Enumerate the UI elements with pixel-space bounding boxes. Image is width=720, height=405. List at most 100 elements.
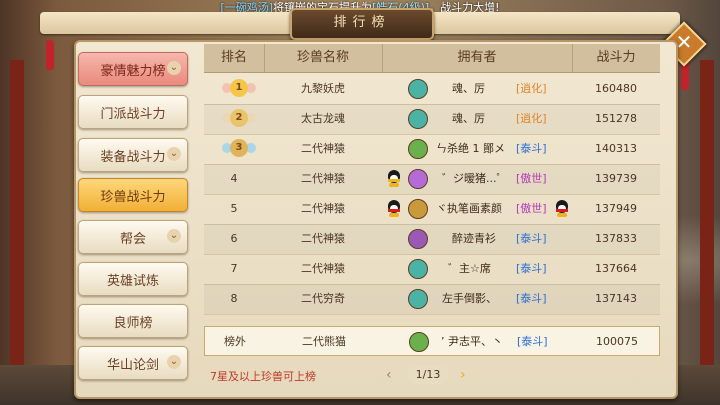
sidebar-item-label: 英雄试炼: [106, 273, 159, 289]
sidebar-item-guild[interactable]: 帮会 ⌄: [78, 220, 188, 254]
table-row[interactable]: 5 二代神猿 ヾ执笔画素颜 [傲世] 137949: [204, 194, 660, 225]
sidebar-item-label: 珍兽战斗力: [100, 189, 166, 205]
table-row[interactable]: 4 二代神猿 ゛ジ暧猪...゜ [傲世] 139739: [204, 164, 660, 195]
beast-name: 二代神猿: [301, 202, 345, 215]
header-owner: 拥有者: [382, 44, 573, 72]
rank-number: 榜外: [224, 335, 246, 348]
sidebar-item-huashan[interactable]: 华山论剑 ⌄: [78, 346, 188, 380]
owner-faction: [泰斗]: [516, 142, 547, 155]
rank-number: 5: [230, 202, 238, 215]
sidebar-item-mentor[interactable]: 良师榜: [78, 304, 188, 338]
power-value: 137949: [595, 202, 637, 215]
owner-faction: [泰斗]: [516, 292, 547, 305]
beast-avatar-icon[interactable]: [409, 332, 429, 352]
pagination: ‹ 1/13 ›: [386, 366, 476, 384]
sidebar-item-beast-power[interactable]: 珍兽战斗力: [78, 178, 188, 212]
chevron-down-icon[interactable]: ⌄: [167, 229, 181, 243]
header-rank: 排名: [204, 44, 265, 72]
table-row[interactable]: 7 二代神猿 ゛主☆席 [泰斗] 137664: [204, 254, 660, 285]
beast-avatar-icon[interactable]: [408, 169, 428, 189]
owner-faction: [泰斗]: [516, 232, 547, 245]
beast-avatar-icon[interactable]: [408, 139, 428, 159]
sidebar-item-charm[interactable]: 豪情魅力榜 ⌄: [78, 52, 188, 86]
owner-name[interactable]: ゛主☆席: [448, 254, 491, 284]
beast-name: 二代神猿: [301, 142, 345, 155]
chevron-down-icon[interactable]: ⌄: [167, 147, 181, 161]
sidebar-item-label: 豪情魅力榜: [100, 63, 166, 79]
owner-name[interactable]: 醉迹青衫: [452, 224, 496, 254]
owner-name[interactable]: ㄣ杀绝 1 鄮メ: [436, 134, 505, 164]
sidebar-item-hero-trial[interactable]: 英雄试炼: [78, 262, 188, 296]
beast-name: 二代穷奇: [301, 292, 345, 305]
beast-name: 九黎妖虎: [301, 82, 345, 95]
power-value: 139739: [595, 172, 637, 185]
owner-faction: [逍化]: [516, 112, 547, 125]
power-value: 137833: [595, 232, 637, 245]
beast-name: 二代神猿: [301, 232, 345, 245]
owner-faction: [泰斗]: [516, 262, 547, 275]
red-pillar-left: [10, 60, 24, 405]
owner-faction: [傲世]: [516, 172, 547, 185]
sidebar-item-label: 门派战斗力: [100, 106, 166, 122]
beast-avatar-icon[interactable]: [408, 109, 428, 129]
owner-faction: [逍化]: [516, 82, 547, 95]
header-beast: 珍兽名称: [264, 44, 383, 72]
beast-avatar-icon[interactable]: [408, 259, 428, 279]
power-value: 100075: [596, 335, 638, 348]
table-row[interactable]: 2 太古龙魂 魂、厉 [逍化] 151278: [204, 104, 660, 135]
chevron-down-icon[interactable]: ⌄: [167, 61, 181, 75]
qq-penguin-icon: [386, 170, 402, 187]
power-value: 137143: [595, 292, 637, 305]
left-tassel: [46, 40, 54, 70]
owner-name[interactable]: ゛ジ暧猪...゜: [442, 164, 508, 194]
power-value: 160480: [595, 82, 637, 95]
table-row[interactable]: 6 二代神猿 醉迹青衫 [泰斗] 137833: [204, 224, 660, 255]
power-value: 151278: [595, 112, 637, 125]
rank-number: 3: [230, 139, 248, 157]
table-row[interactable]: 3 二代神猿 ㄣ杀绝 1 鄮メ [泰斗] 140313: [204, 134, 660, 165]
beast-name: 二代神猿: [301, 172, 345, 185]
gold-medal-icon: 1: [222, 77, 256, 101]
rank-number: 8: [230, 292, 238, 305]
rank-number: 4: [230, 172, 238, 185]
page-indicator: 1/13: [408, 366, 448, 384]
power-value: 137664: [595, 262, 637, 275]
power-value: 140313: [595, 142, 637, 155]
rank-number: 7: [230, 262, 238, 275]
table-header: 排名 珍兽名称 拥有者 战斗力: [204, 44, 660, 73]
owner-faction: [泰斗]: [517, 335, 548, 348]
owner-name[interactable]: 左手倒影、: [442, 284, 497, 314]
sidebar-item-label: 华山论剑: [106, 357, 159, 373]
sidebar-item-equipment-power[interactable]: 装备战斗力 ⌄: [78, 138, 188, 172]
owner-name[interactable]: ʼ 尹志平、丶: [441, 327, 503, 357]
beast-avatar-icon[interactable]: [408, 289, 428, 309]
rank-number: 2: [230, 109, 248, 127]
table-row[interactable]: 1 九黎妖虎 魂、厉 [逍化] 160480: [204, 74, 660, 105]
owner-name[interactable]: 魂、厉: [452, 104, 485, 134]
page-title: 排行榜: [290, 8, 434, 40]
footer-note: 7星及以上珍兽可上榜: [210, 370, 316, 383]
qq-penguin-icon: [554, 200, 570, 217]
next-page-button[interactable]: ›: [460, 366, 474, 384]
silver-medal-icon: 2: [222, 107, 256, 131]
beast-avatar-icon[interactable]: [408, 79, 428, 99]
owner-faction: [傲世]: [516, 202, 547, 215]
beast-name: 太古龙魂: [301, 112, 345, 125]
sidebar-item-sect-power[interactable]: 门派战斗力: [78, 95, 188, 129]
chevron-down-icon[interactable]: ⌄: [167, 355, 181, 369]
bronze-medal-icon: 3: [222, 137, 256, 161]
owner-name[interactable]: ヾ执笔画素颜: [436, 194, 502, 224]
sidebar-item-label: 良师榜: [113, 315, 153, 331]
rank-number: 1: [230, 79, 248, 97]
my-rank-row[interactable]: 榜外 二代熊猫 ʼ 尹志平、丶 [泰斗] 100075: [204, 326, 660, 356]
beast-avatar-icon[interactable]: [408, 199, 428, 219]
owner-name[interactable]: 魂、厉: [452, 74, 485, 104]
red-pillar-right: [700, 60, 714, 405]
qq-penguin-icon: [386, 200, 402, 217]
beast-name: 二代神猿: [301, 262, 345, 275]
prev-page-button[interactable]: ‹: [386, 366, 400, 384]
table-row[interactable]: 8 二代穷奇 左手倒影、 [泰斗] 137143: [204, 284, 660, 315]
beast-avatar-icon[interactable]: [408, 229, 428, 249]
rank-number: 6: [230, 232, 238, 245]
sidebar-item-label: 帮会: [119, 231, 146, 247]
